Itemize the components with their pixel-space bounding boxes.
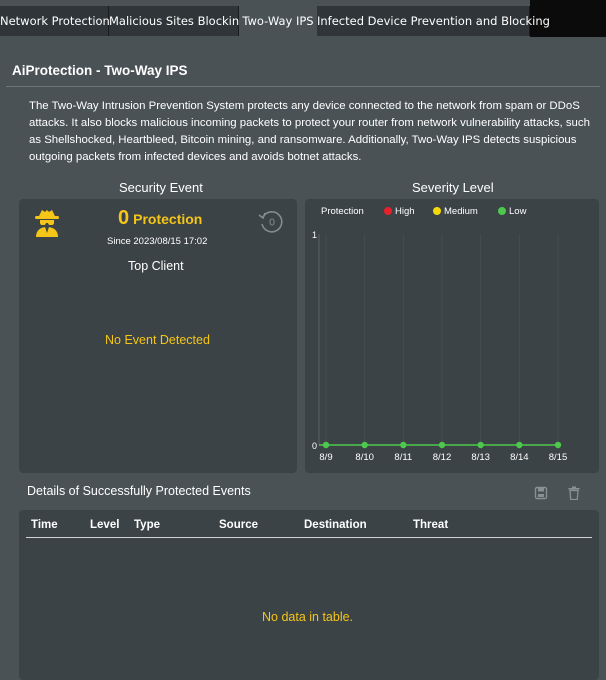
- legend-medium-dot: [433, 207, 441, 215]
- since-date: Since 2023/08/15 17:02: [107, 236, 208, 247]
- tab-infected-device-prevention[interactable]: Infected Device Prevention and Blocking: [317, 6, 550, 36]
- tab-malicious-sites-blocking[interactable]: Malicious Sites Blocking: [109, 6, 246, 36]
- details-heading: Details of Successfully Protected Events: [27, 484, 251, 498]
- col-destination[interactable]: Destination: [304, 519, 367, 531]
- legend-high-label: High: [395, 206, 415, 217]
- y-tick-label: 1: [312, 230, 317, 240]
- legend-high-dot: [384, 207, 392, 215]
- x-tick-label: 8/11: [394, 452, 412, 463]
- severity-chart: 0 1 8/9 8/10 8/11 8/12 8/13 8/14 8/15: [312, 230, 568, 463]
- x-tick-label: 8/9: [319, 452, 332, 463]
- save-icon[interactable]: [534, 486, 548, 505]
- legend-high: High: [384, 206, 415, 217]
- x-tick-label: 8/15: [549, 452, 568, 463]
- data-point: [400, 441, 407, 449]
- title-divider: [6, 86, 600, 87]
- protection-count-value: 0: [118, 207, 130, 229]
- data-point: [438, 441, 446, 449]
- x-tick-label: 8/10: [355, 452, 374, 463]
- data-point: [516, 441, 523, 449]
- legend-low: Low: [498, 206, 526, 217]
- page-title: AiProtection - Two-Way IPS: [12, 63, 188, 78]
- protection-count: 0 Protection: [118, 207, 202, 230]
- col-level[interactable]: Level: [90, 519, 119, 531]
- no-data-message: No data in table.: [262, 610, 354, 624]
- spy-icon: [33, 207, 61, 242]
- col-time[interactable]: Time: [31, 519, 58, 531]
- severity-level-heading: Severity Level: [412, 180, 494, 195]
- reset-counter-text: 0: [269, 218, 275, 229]
- legend-low-label: Low: [509, 206, 527, 217]
- table-header-divider: [26, 537, 592, 538]
- y-tick-label: 0: [312, 441, 317, 451]
- top-client-heading: Top Client: [128, 259, 184, 273]
- data-point: [361, 441, 368, 449]
- legend-low-dot: [498, 207, 506, 215]
- x-tick-label: 8/13: [471, 452, 490, 463]
- legend-medium: Medium: [433, 206, 478, 217]
- tab-two-way-ips[interactable]: Two-Way IPS: [239, 6, 317, 38]
- tab-network-protection[interactable]: Network Protection: [0, 6, 110, 36]
- page-description: The Two-Way Intrusion Prevention System …: [29, 100, 590, 163]
- data-point: [554, 441, 562, 449]
- events-table-panel: [19, 510, 599, 680]
- no-event-message: No Event Detected: [105, 333, 210, 347]
- x-tick-label: 8/12: [433, 452, 452, 463]
- protection-count-label: Protection: [133, 211, 203, 227]
- trash-icon[interactable]: [568, 486, 580, 505]
- data-point: [477, 441, 484, 449]
- col-type[interactable]: Type: [134, 519, 160, 531]
- legend-medium-label: Medium: [444, 206, 478, 217]
- legend-title: Protection: [321, 206, 364, 217]
- col-source[interactable]: Source: [219, 519, 258, 531]
- col-threat[interactable]: Threat: [413, 519, 448, 531]
- x-tick-label: 8/14: [510, 452, 529, 463]
- reset-counter-icon[interactable]: 0: [256, 209, 284, 238]
- data-point: [322, 441, 330, 449]
- security-event-heading: Security Event: [119, 180, 203, 195]
